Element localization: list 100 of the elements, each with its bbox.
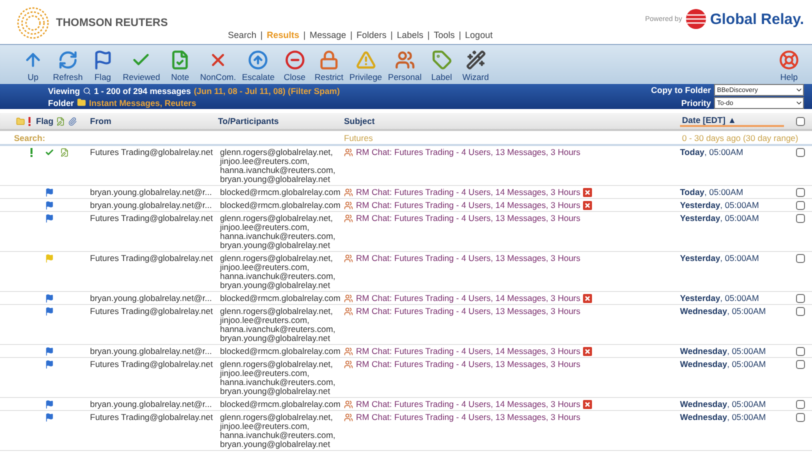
viewing-label: Viewing [48,86,80,96]
toolbar-button[interactable]: Restrict [312,50,346,82]
from-cell-text: Futures Trading@globalrelay.net [89,148,214,159]
from-cell-text: bryan.young.globalrelay.net@r... [89,347,213,356]
nav-link[interactable]: Message [310,30,346,40]
copy-to-folder-label: Copy to Folder [651,85,711,95]
date-filter: 0 - 30 days ago (30 day range) [681,132,798,142]
nav-link[interactable]: Folders [356,30,386,40]
help-button[interactable]: Help [772,50,806,82]
from-cell-text: bryan.young.globalrelay.net@r... [89,294,213,303]
nav-link[interactable]: Labels [396,30,424,40]
nav-link[interactable]: Tools [434,30,455,40]
subject-link[interactable]: RM Chat: Futures Trading - 4 Users, 13 Messages, 3 Hours [356,214,580,223]
date-cell-text: Today, 05:00AM [680,188,744,197]
participant-text: bryan.young@globalrelay.net [219,334,330,343]
from-cell-text: Futures Trading@globalrelay.net [89,214,214,225]
search-label: Search: [13,132,46,142]
toolbar-button[interactable]: Note [163,50,198,82]
participant-text: glenn.rogers@globalrelay.net, [219,307,334,316]
toolbar-button[interactable]: Reviewed [120,50,164,82]
toolbar-button[interactable]: Escalate [239,50,278,82]
participant-text: jinjoo.lee@reuters.com, [218,263,310,272]
from-cell-text: Futures Trading@globalrelay.net [89,413,214,424]
participant-text: glenn.rogers@globalrelay.net, [219,413,334,422]
nav-separator: | [350,30,352,40]
participant-text: glenn.rogers@globalrelay.net, [219,148,334,157]
from-cell-text: Futures Trading@globalrelay.net [89,254,214,265]
participant-text: bryan.young@globalrelay.net [219,281,330,290]
message-row[interactable]: bryan.young.globalrelay.net@r... blocked@rmcm.globalrelay.com RM Chat: Futures Trading - 4 Users, 14 Messages, 3 Hours Wednesday, 05:00AM [0,398,812,411]
from-cell-text: bryan.young.globalrelay.net@r... [89,201,213,210]
partner-name: Global Relay. [710,10,804,28]
nav-link[interactable]: Search [228,30,256,40]
message-row[interactable]: bryan.young.globalrelay.net@r... blocked@rmcm.globalrelay.com RM Chat: Futures Trading - 4 Users, 14 Messages, 3 Hours Yesterday, 05:00AM [0,199,812,212]
participant-text: glenn.rogers@globalrelay.net, [219,214,334,223]
subject-filter: Futures [343,132,374,142]
participant-text: blocked@rmcm.globalrelay.com [219,347,342,356]
from-cell-text: bryan.young.globalrelay.net@r... [89,400,213,409]
participant-text: jinjoo.lee@reuters.com, [218,316,310,325]
participant-text: hanna.ivanchuk@reuters.com, [220,325,336,334]
priority-label: Priority [681,98,711,108]
subject-link[interactable]: RM Chat: Futures Trading - 4 Users, 14 Messages, 3 Hours [356,201,580,210]
column-header[interactable]: Date [EDT] ▲ [680,115,784,127]
participant-text: jinjoo.lee@reuters.com, [218,422,310,431]
participant-text: bryan.young@globalrelay.net [219,175,330,184]
viewing-count: 1 - 200 of 294 messages [94,86,191,96]
participant-text: jinjoo.lee@reuters.com, [218,369,310,378]
participant-text: glenn.rogers@globalrelay.net, [219,254,334,263]
nav-separator: | [458,30,462,40]
message-row[interactable]: bryan.young.globalrelay.net@r... blocked@rmcm.globalrelay.com RM Chat: Futures Trading - 4 Users, 14 Messages, 3 Hours Today, 05:00AM [0,186,812,199]
toolbar-button[interactable]: Refresh [50,50,86,82]
column-header[interactable]: From [88,116,216,126]
from-cell-text: Futures Trading@globalrelay.net [89,360,214,371]
toolbar-button[interactable]: NonCom. [197,50,239,82]
participant-text: jinjoo.lee@reuters.com, [218,223,310,232]
folder-label: Folder [48,98,74,108]
subject-link[interactable]: RM Chat: Futures Trading - 4 Users, 13 Messages, 3 Hours [356,148,580,157]
message-row[interactable]: bryan.young.globalrelay.net@r... blocked@rmcm.globalrelay.com RM Chat: Futures Trading - 4 Users, 14 Messages, 3 Hours Yesterday, 05:00AM [0,292,812,305]
subject-link[interactable]: RM Chat: Futures Trading - 4 Users, 14 Messages, 3 Hours [356,294,580,303]
participant-text: hanna.ivanchuk@reuters.com, [220,232,336,241]
nav-link[interactable]: Logout [465,30,493,40]
column-header[interactable]: To/Participants [216,116,342,126]
toolbar-button[interactable]: Privilege [346,50,386,82]
subject-link[interactable]: RM Chat: Futures Trading - 4 Users, 13 Messages, 3 Hours [356,254,580,263]
participant-text: glenn.rogers@globalrelay.net, [219,360,334,369]
date-cell-text: Wednesday, 05:00AM [680,413,767,424]
date-range: (Jun 11, 08 - Jul 11, 08) (Filter Spam) [194,86,340,96]
toolbar-button[interactable]: Label [424,50,459,82]
subject-link[interactable]: RM Chat: Futures Trading - 4 Users, 13 Messages, 3 Hours [356,413,580,422]
toolbar-button[interactable]: Up [16,50,50,82]
date-cell-text: Yesterday, 05:00AM [680,214,760,225]
participant-text: jinjoo.lee@reuters.com, [218,157,310,166]
nav-separator: | [260,30,263,40]
participant-text: hanna.ivanchuk@reuters.com, [220,431,336,440]
date-cell-text: Wednesday, 05:00AM [680,360,767,371]
participant-text: blocked@rmcm.globalrelay.com [219,294,342,303]
subject-link[interactable]: RM Chat: Futures Trading - 4 Users, 14 Messages, 3 Hours [356,347,580,356]
from-cell-text: Futures Trading@globalrelay.net [89,307,214,318]
toolbar-button[interactable]: Close [278,50,312,82]
date-cell-text: Wednesday, 05:00AM [680,400,767,409]
nav-separator: | [303,30,306,40]
toolbar-button[interactable]: Personal [385,50,425,82]
date-cell-text: Yesterday, 05:00AM [680,201,760,210]
subject-link[interactable]: RM Chat: Futures Trading - 4 Users, 13 Messages, 3 Hours [356,360,580,369]
date-cell-text: Wednesday, 05:00AM [680,347,767,356]
folder-name: Instant Messages, Reuters [88,98,196,108]
toolbar-button[interactable]: Wizard [458,50,493,82]
toolbar-button[interactable]: Flag [86,50,120,82]
date-cell-text: Wednesday, 05:00AM [680,307,767,318]
subject-link[interactable]: RM Chat: Futures Trading - 4 Users, 14 Messages, 3 Hours [356,188,580,197]
participant-text: bryan.young@globalrelay.net [219,387,330,396]
date-cell-text: Today, 05:00AM [680,148,744,159]
participant-text: bryan.young@globalrelay.net [219,440,330,449]
from-cell-text: bryan.young.globalrelay.net@r... [89,188,213,197]
participant-text: hanna.ivanchuk@reuters.com, [220,378,336,387]
column-header[interactable]: Flag [34,116,54,126]
participant-text: blocked@rmcm.globalrelay.com [219,400,342,409]
subject-link[interactable]: RM Chat: Futures Trading - 4 Users, 14 Messages, 3 Hours [356,400,580,409]
column-header[interactable]: Subject [342,116,680,126]
subject-link[interactable]: RM Chat: Futures Trading - 4 Users, 13 Messages, 3 Hours [356,307,580,316]
message-row[interactable]: bryan.young.globalrelay.net@r... blocked@rmcm.globalrelay.com RM Chat: Futures Trading - 4 Users, 14 Messages, 3 Hours Wednesday, 05:00AM [0,345,812,358]
